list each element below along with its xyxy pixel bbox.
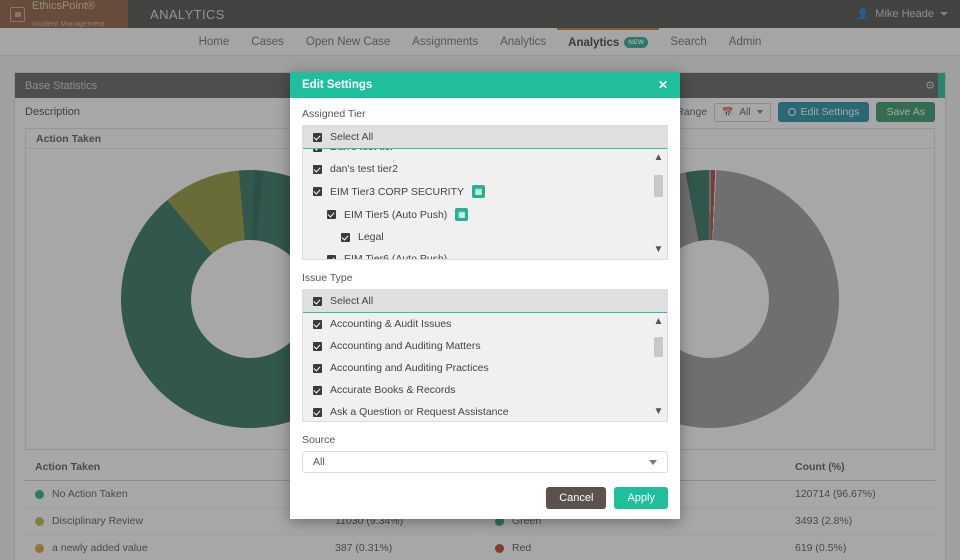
checkbox-icon[interactable] <box>313 149 322 152</box>
assigned-tier-label: Assigned Tier <box>302 108 668 120</box>
tier-option-label: dan's test tier2 <box>330 163 398 175</box>
source-select[interactable]: All <box>302 451 668 473</box>
tier-option[interactable]: EIM Tier5 (Auto Push) ▦ <box>303 203 667 226</box>
tier-option-label: Dan's test tier <box>330 149 394 153</box>
issue-type-option[interactable]: Accounting and Auditing Practices <box>303 357 667 379</box>
issue-type-scrollbar[interactable]: ▲ ▼ <box>653 317 664 417</box>
select-all-label: Select All <box>330 131 373 143</box>
issue-type-option[interactable]: Accounting & Audit Issues <box>303 313 667 335</box>
assigned-tier-scrollbar[interactable]: ▲ ▼ <box>653 153 664 255</box>
modal-body: Assigned Tier Select All Dan's test tier <box>290 98 680 519</box>
apply-button[interactable]: Apply <box>614 487 668 509</box>
cancel-button[interactable]: Cancel <box>546 487 606 509</box>
checkbox-icon[interactable] <box>313 133 322 142</box>
org-chart-icon[interactable]: ▦ <box>455 208 468 221</box>
scrollbar-thumb[interactable] <box>654 337 663 357</box>
issue-type-option[interactable]: Accurate Books & Records <box>303 379 667 401</box>
modal-title: Edit Settings <box>302 79 372 91</box>
issue-type-select-all[interactable]: Select All <box>303 290 667 313</box>
checkbox-icon[interactable] <box>313 408 322 417</box>
app-root: EthicsPoint® Incident Management ANALYTI… <box>0 0 960 560</box>
modal-footer: Cancel Apply <box>302 487 668 511</box>
checkbox-icon[interactable] <box>313 297 322 306</box>
source-value: All <box>313 456 325 468</box>
issue-type-listbox: Select All Accounting & Audit Issues Acc… <box>302 289 668 422</box>
checkbox-icon[interactable] <box>313 342 322 351</box>
tier-option-label: EIM Tier5 (Auto Push) <box>344 209 447 221</box>
modal-header: Edit Settings ✕ <box>290 72 680 98</box>
assigned-tier-scroll-area: Dan's test tier dan's test tier2 EIM Tie… <box>303 149 667 259</box>
assigned-tier-listbox: Select All Dan's test tier dan's test ti… <box>302 125 668 260</box>
issue-type-label: Accounting and Auditing Matters <box>330 340 481 352</box>
issue-type-label: Ask a Question or Request Assistance <box>330 406 509 418</box>
checkbox-icon[interactable] <box>313 187 322 196</box>
tier-option[interactable]: EIM Tier6 (Auto Push) <box>303 248 667 259</box>
issue-type-option[interactable]: Ask a Question or Request Assistance <box>303 401 667 421</box>
issue-type-scroll-area: Accounting & Audit Issues Accounting and… <box>303 313 667 421</box>
source-label: Source <box>302 434 668 446</box>
issue-type-label: Accurate Books & Records <box>330 384 455 396</box>
tier-option-label: EIM Tier6 (Auto Push) <box>344 253 447 259</box>
chevron-up-icon[interactable]: ▲ <box>654 153 664 163</box>
select-all-label: Select All <box>330 295 373 307</box>
tier-option[interactable]: dan's test tier2 <box>303 158 667 180</box>
checkbox-icon[interactable] <box>341 233 350 242</box>
checkbox-icon[interactable] <box>327 210 336 219</box>
chevron-down-icon[interactable]: ▼ <box>654 407 664 417</box>
checkbox-icon[interactable] <box>313 165 322 174</box>
tier-option-label: EIM Tier3 CORP SECURITY <box>330 186 464 198</box>
tier-option[interactable]: EIM Tier3 CORP SECURITY ▦ <box>303 180 667 203</box>
checkbox-icon[interactable] <box>327 255 336 260</box>
issue-type-option[interactable]: Accounting and Auditing Matters <box>303 335 667 357</box>
edit-settings-modal: Edit Settings ✕ Assigned Tier Select All… <box>290 72 680 519</box>
tier-option-label: Legal <box>358 231 384 243</box>
issue-type-label: Accounting and Auditing Practices <box>330 362 489 374</box>
chevron-down-icon <box>649 460 657 465</box>
scrollbar-thumb[interactable] <box>654 175 663 197</box>
checkbox-icon[interactable] <box>313 364 322 373</box>
chevron-up-icon[interactable]: ▲ <box>654 317 664 327</box>
issue-type-label: Accounting & Audit Issues <box>330 318 451 330</box>
tier-option[interactable]: Legal <box>303 226 667 248</box>
checkbox-icon[interactable] <box>313 320 322 329</box>
checkbox-icon[interactable] <box>313 386 322 395</box>
assigned-tier-select-all[interactable]: Select All <box>303 126 667 149</box>
chevron-down-icon[interactable]: ▼ <box>654 245 664 255</box>
org-chart-icon[interactable]: ▦ <box>472 185 485 198</box>
issue-type-label: Issue Type <box>302 272 668 284</box>
tier-option[interactable]: Dan's test tier <box>303 149 667 158</box>
close-icon[interactable]: ✕ <box>658 78 668 92</box>
